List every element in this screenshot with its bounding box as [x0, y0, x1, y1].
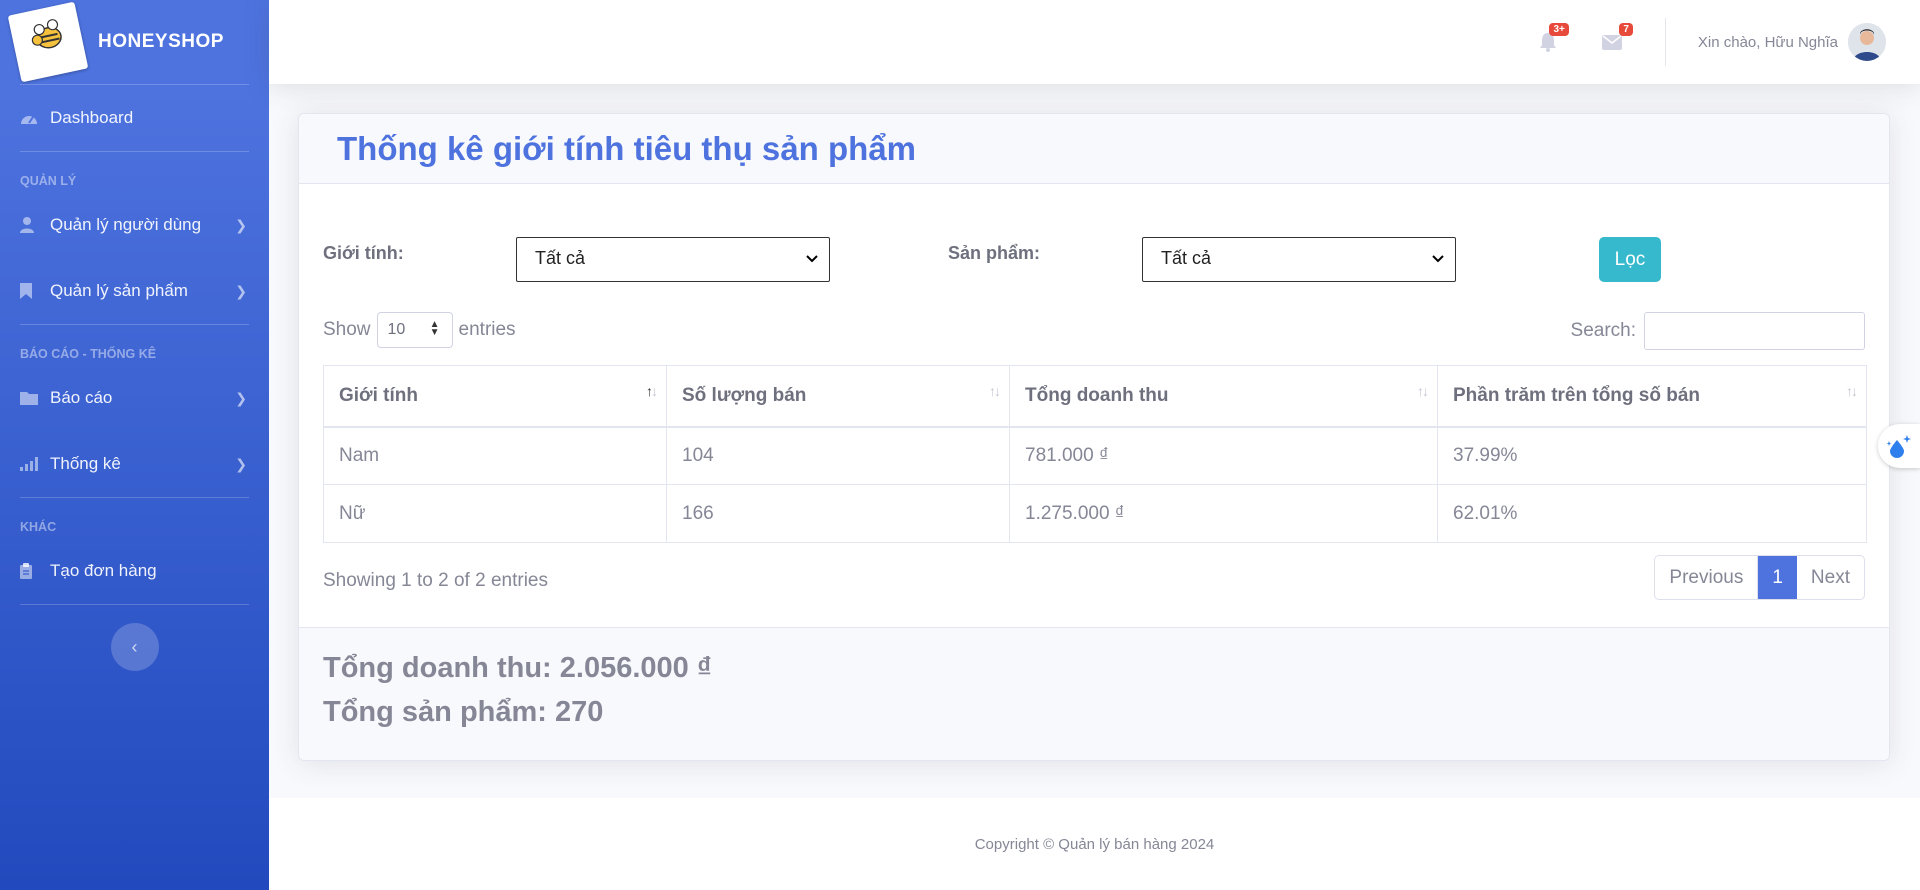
search-input[interactable] [1644, 312, 1865, 350]
sidebar-brand[interactable]: HONEYSHOP [0, 0, 269, 84]
column-header-gender[interactable]: Giới tính ↑↓ [323, 365, 667, 428]
stats-table: Giới tính ↑↓ Số lượng bán ↑↓ Tổng doanh th… [323, 365, 1867, 543]
table-cell: 104 [666, 426, 1010, 485]
sidebar-item-label: Quản lý sản phẩm [50, 281, 188, 300]
chevron-right-icon: ❯ [235, 282, 247, 299]
sidebar-item-stats[interactable]: Thống kê ❯ [0, 431, 269, 497]
page-length-value: 10 [387, 321, 406, 338]
page-1-button[interactable]: 1 [1758, 556, 1797, 599]
brand-logo [7, 1, 89, 83]
gender-select-value: Tất cả [535, 248, 586, 268]
table-cell: 781.000 ₫ [1009, 426, 1438, 485]
copyright-text: Copyright © Quản lý bán hàng 2024 [974, 835, 1215, 853]
sidebar-item-dashboard[interactable]: Dashboard [0, 85, 269, 151]
product-select[interactable]: Tất cả [1142, 237, 1456, 282]
table-info: Showing 1 to 2 of 2 entries [323, 570, 548, 591]
user-greeting[interactable]: Xin chào, Hữu Nghĩa [1698, 34, 1838, 51]
gender-label: Giới tính: [323, 243, 404, 263]
alerts-button[interactable]: 3+ [1537, 23, 1569, 53]
sidebar-item-label: Tạo đơn hàng [50, 561, 157, 580]
table-search: Search: [1571, 312, 1865, 350]
envelope-icon [1601, 34, 1622, 50]
filter-form: Giới tính: Tất cả Sản phẩm: Tất cả Lọc [323, 237, 1867, 287]
table-row: Nam 104 781.000 ₫ 37.99% [323, 426, 1867, 485]
length-entries-label: entries [458, 319, 516, 340]
clipboard-icon [20, 563, 40, 579]
total-revenue: Tổng doanh thu: 2.056.000 ₫ [323, 652, 712, 684]
chevron-right-icon: ❯ [235, 455, 247, 472]
column-header-label: Giới tính [339, 384, 418, 406]
sidebar-item-label: Dashboard [50, 108, 134, 127]
column-header-percent[interactable]: Phần trăm trên tổng số bán ↑↓ [1437, 365, 1867, 428]
product-select-value: Tất cả [1161, 248, 1212, 268]
sort-icon: ↑↓ [1417, 383, 1429, 399]
chevron-down-icon [1432, 255, 1444, 263]
brand-name: HONEYSHOP [98, 31, 224, 52]
topbar-divider [1664, 18, 1666, 66]
pagination: Previous 1 Next [1654, 555, 1865, 600]
column-header-quantity[interactable]: Số lượng bán ↑↓ [666, 365, 1010, 428]
sort-icon: ↑↓ [989, 383, 1001, 399]
floating-helper-button[interactable] [1878, 424, 1920, 468]
updown-icon: ▲ ▼ [429, 319, 440, 338]
chevron-left-icon: ‹ [131, 636, 138, 657]
previous-page-button[interactable]: Previous [1655, 556, 1759, 599]
sidebar-heading-manage: QUẢN LÝ [20, 174, 77, 188]
sidebar-item-users[interactable]: Quản lý người dùng ❯ [0, 192, 269, 258]
chevron-right-icon: ❯ [235, 389, 247, 406]
stats-card: Thống kê giới tính tiêu thụ sản phẩm Giớ… [298, 113, 1890, 761]
table-cell: Nữ [323, 484, 667, 543]
product-label: Sản phẩm: [948, 243, 1041, 263]
gauge-icon [20, 111, 40, 125]
sidebar-item-create-order[interactable]: Tạo đơn hàng [0, 538, 269, 604]
sort-asc-icon: ↑↓ [646, 383, 658, 399]
sparkle-drop-icon [1886, 435, 1911, 458]
chevron-down-icon [806, 255, 818, 263]
table-cell: Nam [323, 426, 667, 485]
card-header: Thống kê giới tính tiêu thụ sản phẩm [299, 114, 1889, 184]
sidebar-item-label: Báo cáo [50, 388, 113, 407]
search-label: Search: [1570, 320, 1636, 341]
sidebar-item-products[interactable]: Quản lý sản phẩm ❯ [0, 258, 269, 324]
column-header-label: Phần trăm trên tổng số bán [1453, 384, 1701, 406]
sort-icon: ↑↓ [1846, 383, 1858, 399]
table-length: Show 10 ▲ ▼ entries [323, 312, 516, 348]
next-page-button[interactable]: Next [1797, 556, 1864, 599]
filter-button[interactable]: Lọc [1599, 237, 1661, 282]
table-cell: 62.01% [1437, 484, 1867, 543]
page-length-select[interactable]: 10 ▲ ▼ [376, 312, 453, 348]
sidebar-heading-other: KHÁC [20, 520, 57, 534]
chevron-right-icon: ❯ [235, 216, 247, 233]
total-products: Tổng sản phẩm: 270 [323, 696, 604, 728]
alerts-badge: 3+ [1549, 23, 1569, 36]
table-header-row: Giới tính ↑↓ Số lượng bán ↑↓ Tổng doanh th… [323, 365, 1867, 428]
sidebar-item-label: Thống kê [50, 454, 121, 473]
table-cell: 37.99% [1437, 426, 1867, 485]
sidebar-item-reports[interactable]: Báo cáo ❯ [0, 365, 269, 431]
sidebar: HONEYSHOP Dashboard QUẢN LÝ Quản lý ngườ… [0, 0, 269, 890]
avatar[interactable] [1848, 23, 1886, 61]
table-cell: 1.275.000 ₫ [1009, 484, 1438, 543]
column-header-revenue[interactable]: Tổng doanh thu ↑↓ [1009, 365, 1438, 428]
sidebar-divider [20, 604, 249, 605]
column-header-label: Tổng doanh thu [1025, 384, 1169, 406]
table-row: Nữ 166 1.275.000 ₫ 62.01% [323, 484, 1867, 543]
bookmark-icon [20, 283, 40, 299]
page-footer: Copyright © Quản lý bán hàng 2024 [269, 798, 1920, 890]
gender-select[interactable]: Tất cả [516, 237, 830, 282]
sidebar-heading-reports: BÁO CÁO - THỐNG KÊ [20, 347, 157, 361]
column-header-label: Số lượng bán [682, 384, 807, 406]
page-title: Thống kê giới tính tiêu thụ sản phẩm [337, 129, 916, 167]
messages-button[interactable]: 7 [1601, 23, 1633, 53]
sidebar-toggle-button[interactable]: ‹ [110, 623, 159, 671]
card-footer: Tổng doanh thu: 2.056.000 ₫ Tổng sản phẩ… [299, 627, 1889, 760]
sidebar-item-label: Quản lý người dùng [50, 215, 202, 234]
messages-badge: 7 [1619, 23, 1633, 36]
signal-bars-icon [20, 457, 40, 471]
user-icon [20, 217, 40, 233]
topbar: 3+ 7 Xin chào, Hữu Nghĩa [269, 0, 1920, 84]
folder-icon [20, 391, 40, 405]
length-show-label: Show [323, 319, 371, 340]
table-cell: 166 [666, 484, 1010, 543]
